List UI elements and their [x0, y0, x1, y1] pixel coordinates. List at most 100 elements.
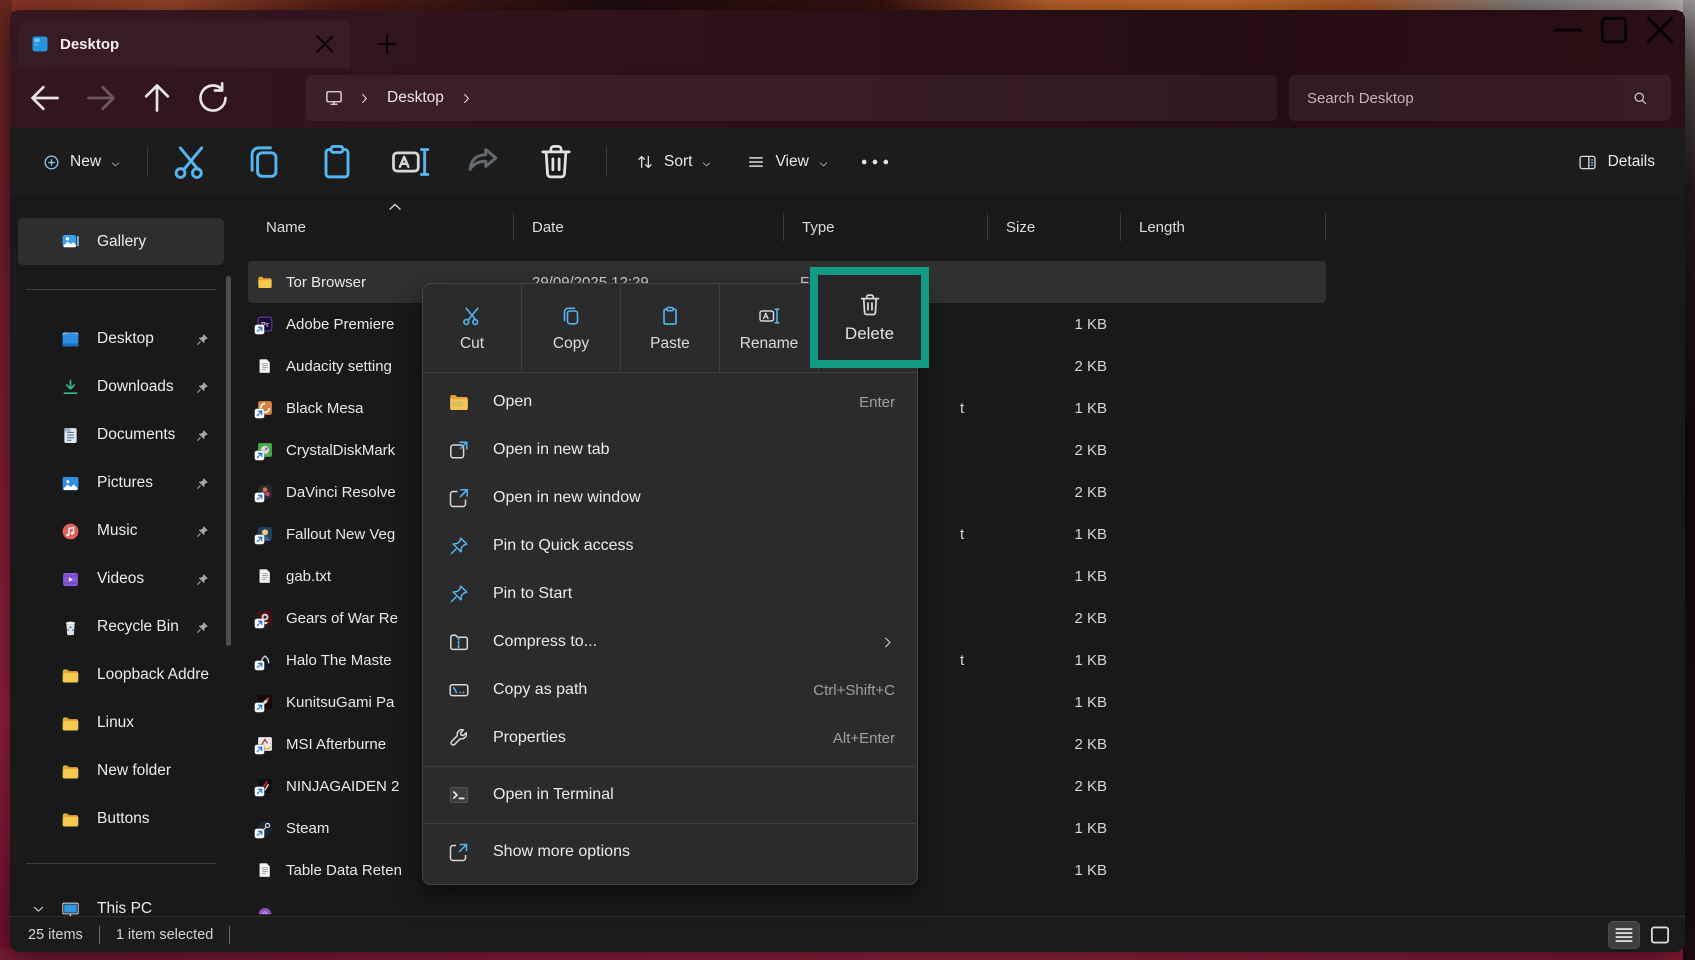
breadcrumb[interactable]: Desktop — [306, 75, 1277, 121]
shortcut-overlay-icon — [255, 409, 264, 418]
open-in-terminal-icon — [447, 783, 471, 807]
sidebar-item-desktop[interactable]: Desktop — [18, 315, 224, 363]
pinned-icon — [195, 332, 210, 347]
file-size: 1 KB — [988, 526, 1121, 543]
file-name: Gears of War Re — [286, 610, 398, 627]
explorer-tab-desktop[interactable]: Desktop — [18, 20, 350, 68]
context-menu-item-copy-as-path[interactable]: Copy as pathCtrl+Shift+C — [423, 666, 917, 714]
new-button[interactable]: New — [30, 141, 133, 183]
sidebar-item-recycle-bin[interactable]: Recycle Bin — [18, 603, 224, 651]
shortcut-overlay-icon — [255, 535, 264, 544]
sidebar-item-linux[interactable]: Linux — [18, 699, 224, 747]
details-panel-icon — [1577, 152, 1598, 173]
sidebar-item-label: Loopback Addre — [97, 666, 224, 684]
maximize-button[interactable] — [1591, 10, 1637, 50]
sidebar-item-label: Documents — [97, 426, 195, 444]
column-header-name[interactable]: Name — [248, 206, 514, 248]
search-box[interactable]: Search Desktop — [1289, 75, 1671, 121]
sidebar-item-buttons[interactable]: Buttons — [18, 795, 224, 843]
view-button[interactable]: View — [734, 141, 840, 183]
sidebar-item-new-folder[interactable]: New folder — [18, 747, 224, 795]
up-button[interactable] — [137, 78, 177, 118]
file-size: 2 KB — [988, 736, 1121, 753]
sidebar-item-pictures[interactable]: Pictures — [18, 459, 224, 507]
loopback-addre-folder-icon — [60, 665, 81, 686]
column-header-date[interactable]: Date — [514, 206, 784, 248]
sidebar-item-loopback-addre[interactable]: Loopback Addre — [18, 651, 224, 699]
desktop-folder-icon — [60, 329, 81, 350]
share-button[interactable] — [461, 140, 505, 184]
sidebar-item-documents[interactable]: Documents — [18, 411, 224, 459]
file-name: Steam — [286, 820, 329, 837]
sidebar: Gallery DesktopDownloads Documents Pictures… — [10, 196, 232, 952]
context-menu-item-open-in-new-window[interactable]: Open in new window — [423, 474, 917, 522]
context-menu-item-open-in-new-tab[interactable]: Open in new tab — [423, 426, 917, 474]
new-folder-folder-icon — [60, 761, 81, 782]
pin-to-quick-access-icon — [447, 534, 471, 558]
back-button[interactable] — [25, 78, 65, 118]
quick-action-paste[interactable]: Paste — [620, 284, 719, 372]
column-header-type[interactable]: Type — [784, 206, 988, 248]
paste-button[interactable] — [315, 140, 359, 184]
new-tab-button[interactable] — [372, 30, 402, 58]
context-menu-item-open[interactable]: OpenEnter — [423, 378, 917, 426]
details-view-button[interactable] — [1609, 922, 1639, 948]
context-menu-items: OpenEnterOpen in new tabOpen in new wind… — [423, 373, 917, 876]
minimize-button[interactable] — [1545, 10, 1591, 50]
delete-highlight-box[interactable]: Delete — [810, 267, 929, 368]
menu-item-shortcut: Ctrl+Shift+C — [813, 682, 895, 699]
delete-highlight-label: Delete — [845, 324, 894, 344]
more-options-button[interactable] — [855, 142, 895, 182]
column-header-size[interactable]: Size — [988, 206, 1121, 248]
quick-action-label: Rename — [740, 335, 799, 353]
chevron-down-icon[interactable] — [32, 903, 45, 916]
chevron-right-icon — [460, 92, 473, 105]
sidebar-item-music[interactable]: Music — [18, 507, 224, 555]
quick-action-cut[interactable]: Cut — [423, 284, 521, 372]
rename-icon — [757, 304, 781, 328]
recycle-bin-folder-icon — [60, 617, 81, 638]
large-icons-view-button[interactable] — [1645, 922, 1675, 948]
quick-action-rename[interactable]: Rename — [719, 284, 818, 372]
close-button[interactable] — [1637, 10, 1683, 50]
sidebar-scrollbar[interactable] — [226, 276, 231, 646]
context-menu-item-properties[interactable]: PropertiesAlt+Enter — [423, 714, 917, 762]
context-menu-item-compress-to[interactable]: Compress to... — [423, 618, 917, 666]
column-separator[interactable] — [1325, 213, 1326, 241]
breadcrumb-segment[interactable]: Desktop — [385, 89, 446, 107]
sidebar-item-gallery[interactable]: Gallery — [18, 218, 224, 265]
file-name: KunitsuGami Pa — [286, 694, 394, 711]
pictures-folder-icon — [60, 473, 81, 494]
file-size: 2 KB — [988, 610, 1121, 627]
delete-button[interactable] — [534, 140, 578, 184]
sidebar-item-label: Videos — [97, 570, 195, 588]
window-controls — [1545, 10, 1683, 52]
details-button[interactable]: Details — [1565, 141, 1667, 183]
sidebar-item-label: Recycle Bin — [97, 618, 195, 636]
sidebar-item-label: New folder — [97, 762, 224, 780]
refresh-button[interactable] — [193, 78, 233, 118]
copy-button[interactable] — [242, 140, 286, 184]
submenu-chevron-icon — [880, 635, 895, 650]
file-type-icon — [256, 357, 274, 375]
context-menu-item-open-in-terminal[interactable]: Open in Terminal — [423, 771, 917, 819]
rename-button[interactable] — [388, 140, 432, 184]
cut-button[interactable] — [169, 140, 213, 184]
status-divider — [229, 926, 230, 944]
sidebar-separator — [26, 289, 216, 290]
file-size: 1 KB — [988, 694, 1121, 711]
quick-action-copy[interactable]: Copy — [521, 284, 620, 372]
forward-button[interactable] — [81, 78, 121, 118]
context-menu-item-pin-to-start[interactable]: Pin to Start — [423, 570, 917, 618]
context-menu-item-show-more-options[interactable]: Show more options — [423, 828, 917, 876]
sidebar-item-videos[interactable]: Videos — [18, 555, 224, 603]
sort-button[interactable]: Sort — [623, 141, 724, 183]
column-header-length[interactable]: Length — [1121, 206, 1326, 248]
file-size: 2 KB — [988, 358, 1121, 375]
context-menu-item-pin-to-quick-access[interactable]: Pin to Quick access — [423, 522, 917, 570]
sidebar-item-label: Gallery — [97, 233, 224, 251]
file-type-icon — [256, 273, 274, 291]
tab-close-icon[interactable] — [312, 31, 338, 57]
search-icon — [1631, 89, 1649, 107]
sidebar-item-downloads[interactable]: Downloads — [18, 363, 224, 411]
